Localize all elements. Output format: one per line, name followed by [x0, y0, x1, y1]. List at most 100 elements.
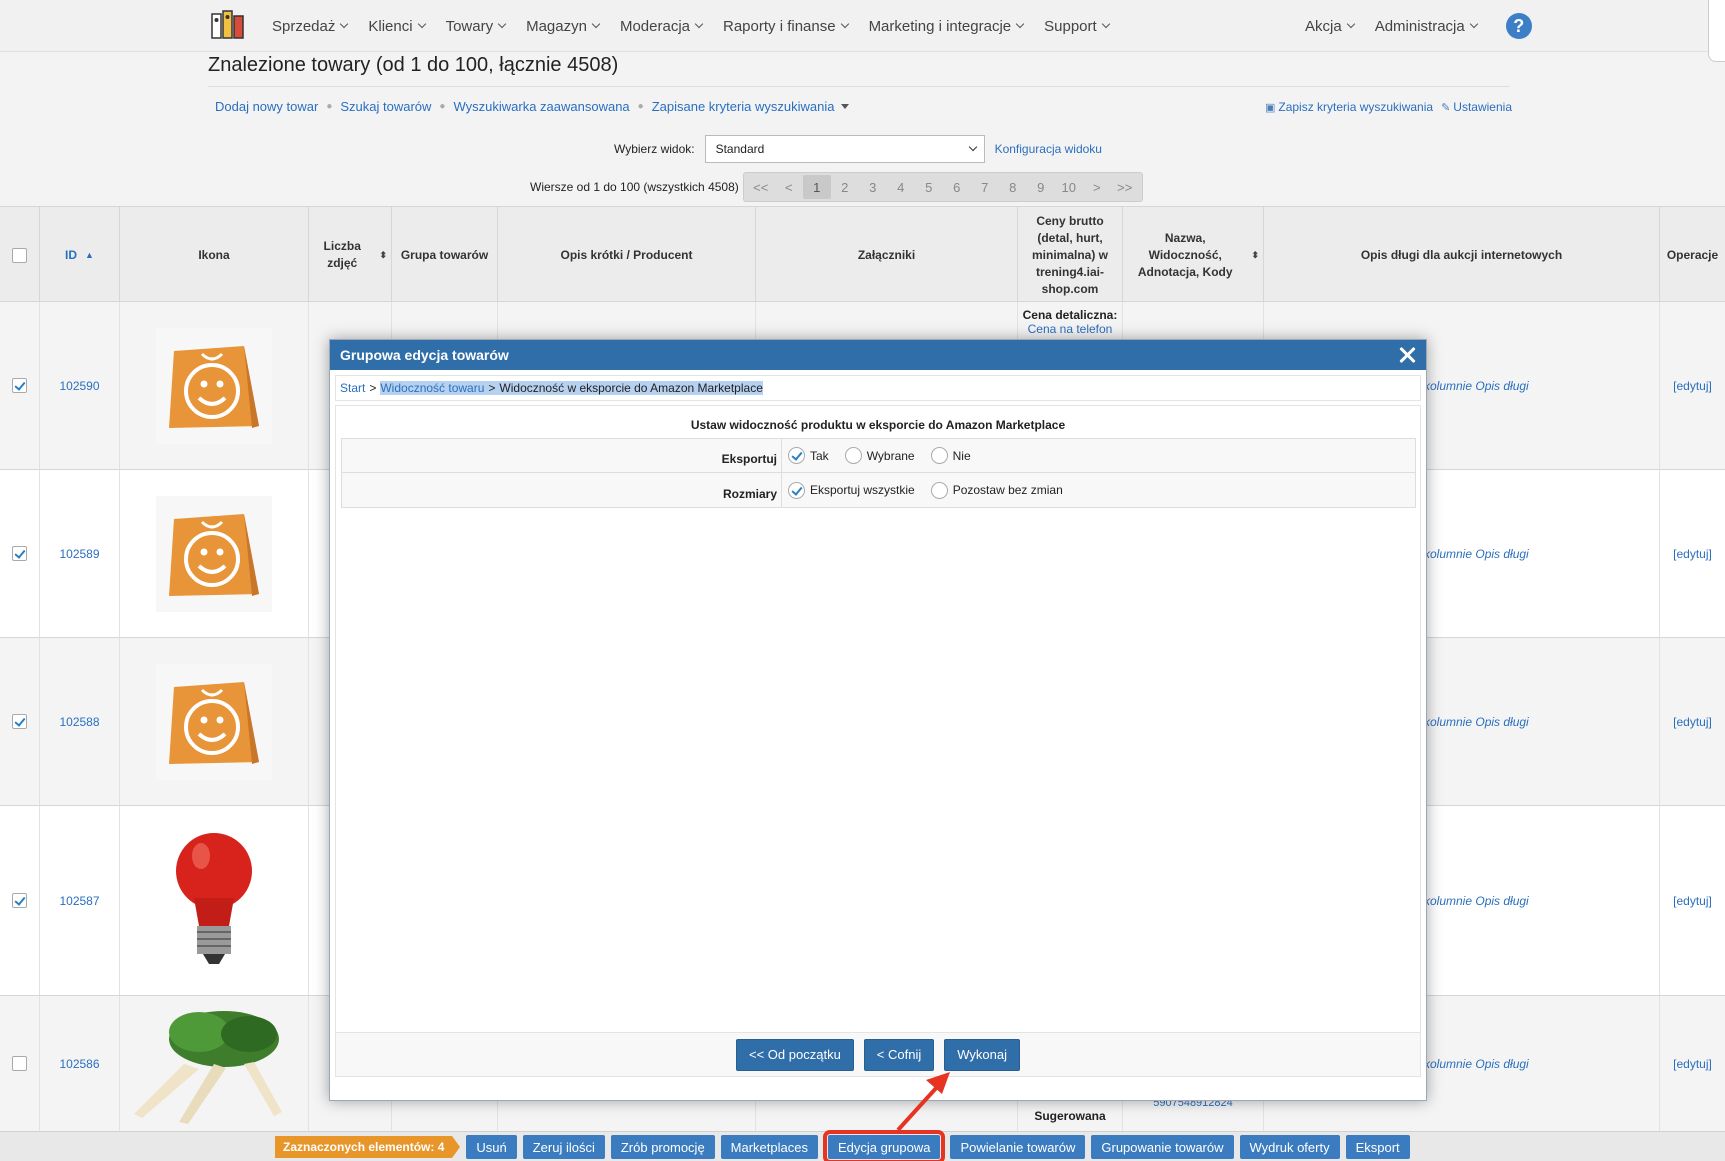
- row-checkbox[interactable]: [12, 714, 27, 729]
- row-icon-cell: [120, 302, 309, 469]
- page-2[interactable]: 2: [831, 175, 859, 199]
- start-over-button[interactable]: << Od początku: [736, 1038, 854, 1071]
- chevron-down-icon: [968, 142, 977, 152]
- row-edit-link[interactable]: [edytuj]: [1660, 638, 1725, 805]
- separator-dot: ●: [637, 101, 644, 112]
- col-id[interactable]: ID ▲: [40, 207, 120, 303]
- page-9[interactable]: 9: [1027, 175, 1055, 199]
- radio[interactable]: [930, 481, 948, 499]
- page-next[interactable]: >: [1083, 175, 1111, 199]
- print-offer-button[interactable]: Wydruk oferty: [1239, 1135, 1340, 1159]
- chevron-down-icon: [1015, 19, 1025, 29]
- saved-criteria-link[interactable]: Zapisane kryteria wyszukiwania: [652, 99, 835, 114]
- make-promotion-button[interactable]: Zrób promocję: [610, 1135, 715, 1159]
- page-7[interactable]: 7: [971, 175, 999, 199]
- help-icon[interactable]: ?: [1505, 13, 1532, 39]
- row-edit-link[interactable]: [edytuj]: [1660, 806, 1725, 995]
- row-id[interactable]: 102586: [40, 996, 120, 1131]
- row-edit-link[interactable]: [edytuj]: [1660, 302, 1725, 469]
- side-panel-tab[interactable]: [1708, 0, 1725, 62]
- group-edit-button[interactable]: Edycja grupowa: [823, 1130, 946, 1161]
- radio[interactable]: [930, 447, 948, 464]
- product-thumbnail[interactable]: [156, 327, 272, 444]
- separator-dot: ●: [326, 101, 333, 112]
- nav-moderacja[interactable]: Moderacja: [620, 18, 704, 35]
- sizes-option-leave[interactable]: Pozostaw bez zmian: [930, 481, 1063, 499]
- selected-count-badge: Zaznaczonych elementów: 4: [275, 1136, 461, 1158]
- page-last[interactable]: >>: [1111, 175, 1139, 199]
- chevron-down-icon: [497, 19, 507, 29]
- back-button[interactable]: < Cofnij: [863, 1038, 935, 1071]
- row-checkbox[interactable]: [12, 546, 27, 561]
- page-5[interactable]: 5: [915, 175, 943, 199]
- page-8[interactable]: 8: [999, 175, 1027, 199]
- nav-administracja[interactable]: Administracja: [1375, 18, 1478, 35]
- radio-checked[interactable]: [788, 447, 805, 464]
- price-value-link[interactable]: Cena na telefon: [1028, 322, 1113, 336]
- nav-support[interactable]: Support: [1044, 18, 1110, 35]
- search-products-link[interactable]: Szukaj towarów: [340, 99, 431, 114]
- view-select[interactable]: Standard: [704, 135, 985, 163]
- nav-towary[interactable]: Towary: [446, 18, 507, 35]
- close-icon[interactable]: [1396, 344, 1418, 366]
- advanced-search-link[interactable]: Wyszukiwarka zaawansowana: [453, 99, 629, 114]
- radio[interactable]: [844, 447, 862, 464]
- page-4[interactable]: 4: [887, 175, 915, 199]
- page-10[interactable]: 10: [1055, 175, 1083, 199]
- form-title: Ustaw widoczność produktu w eksporcie do…: [690, 418, 1066, 432]
- export-button[interactable]: Eksport: [1345, 1135, 1410, 1159]
- export-option-tak[interactable]: Tak: [788, 447, 829, 464]
- page-prev[interactable]: <: [775, 175, 803, 199]
- row-checkbox[interactable]: [12, 378, 27, 393]
- delete-button[interactable]: Usuń: [466, 1135, 517, 1159]
- settings-link[interactable]: Ustawienia: [1453, 100, 1512, 114]
- row-id[interactable]: 102588: [40, 638, 120, 805]
- row-id[interactable]: 102587: [40, 806, 120, 995]
- chevron-down-icon: [1469, 19, 1478, 29]
- chevron-down-icon: [340, 19, 349, 29]
- page-first[interactable]: <<: [747, 175, 775, 199]
- row-edit-link[interactable]: [edytuj]: [1660, 470, 1725, 637]
- execute-button[interactable]: Wykonaj: [944, 1038, 1020, 1071]
- radio-checked[interactable]: [788, 481, 805, 499]
- nav-marketing[interactable]: Marketing i integracje: [869, 18, 1025, 35]
- crumb-visibility[interactable]: Widoczność towaru: [380, 381, 485, 395]
- col-name[interactable]: Nazwa, Widoczność, Adnotacja, Kody ⬍: [1123, 207, 1264, 303]
- col-photos[interactable]: Liczba zdjęć ⬍: [309, 207, 392, 303]
- select-all-checkbox[interactable]: [12, 247, 27, 263]
- sizes-option-export-all[interactable]: Eksportuj wszystkie: [788, 481, 915, 499]
- nav-magazyn[interactable]: Magazyn: [526, 18, 601, 35]
- row-id[interactable]: 102590: [40, 302, 120, 469]
- row-checkbox[interactable]: [12, 1056, 27, 1071]
- view-config-link[interactable]: Konfiguracja widoku: [995, 142, 1102, 156]
- group-products-button[interactable]: Grupowanie towarów: [1091, 1135, 1234, 1159]
- export-option-wybrane[interactable]: Wybrane: [844, 447, 915, 464]
- row-icon-cell: [120, 638, 309, 805]
- sort-icon: ⬍: [379, 249, 387, 260]
- marketplaces-button[interactable]: Marketplaces: [720, 1135, 818, 1159]
- page-1[interactable]: 1: [802, 175, 831, 199]
- product-thumbnail[interactable]: [156, 663, 272, 780]
- iai-logo[interactable]: [210, 8, 246, 42]
- add-product-link[interactable]: Dodaj nowy towar: [215, 99, 318, 114]
- row-edit-link[interactable]: [edytuj]: [1660, 996, 1725, 1131]
- nav-klienci[interactable]: Klienci: [368, 18, 426, 35]
- lightbulb-icon[interactable]: [169, 826, 259, 976]
- zero-quantities-button[interactable]: Zeruj ilości: [522, 1135, 605, 1159]
- wrench-icon: ✎: [1441, 101, 1451, 114]
- nav-sprzedaz[interactable]: Sprzedaż: [272, 18, 349, 35]
- nav-akcja[interactable]: Akcja: [1305, 18, 1355, 35]
- page-6[interactable]: 6: [943, 175, 971, 199]
- page-title: Znalezione towary (od 1 do 100, łącznie …: [208, 54, 619, 76]
- save-criteria-link[interactable]: Zapisz kryteria wyszukiwania: [1278, 100, 1433, 114]
- page-3[interactable]: 3: [859, 175, 887, 199]
- row-id[interactable]: 102589: [40, 470, 120, 637]
- export-option-nie[interactable]: Nie: [930, 447, 971, 464]
- nav-raporty[interactable]: Raporty i finanse: [723, 18, 849, 35]
- product-thumbnail[interactable]: [156, 495, 272, 612]
- duplicate-products-button[interactable]: Powielanie towarów: [950, 1135, 1086, 1159]
- rows-info: Wiersze od 1 do 100 (wszystkich 4508): [530, 180, 739, 194]
- parsley-root-icon[interactable]: [124, 1004, 304, 1124]
- crumb-start[interactable]: Start: [340, 381, 365, 395]
- row-checkbox[interactable]: [12, 893, 27, 908]
